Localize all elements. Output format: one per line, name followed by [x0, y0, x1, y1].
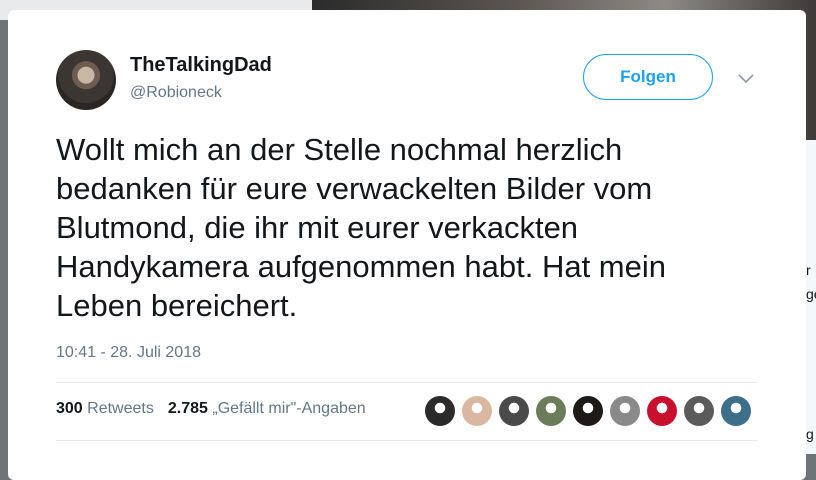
liker-avatar-8[interactable] — [684, 396, 714, 426]
liker-avatar-9[interactable] — [721, 396, 751, 426]
likes-stat[interactable]: 2.785 „Gefällt mir"-Angaben — [168, 400, 366, 418]
tweet-text-line: Handykamera aufgenommen habt. Hat mein — [56, 249, 666, 284]
liker-avatar-4[interactable] — [536, 396, 566, 426]
background-text-fragment: g — [806, 426, 814, 442]
tweet-text-line: Wollt mich an der Stelle nochmal herzlic… — [56, 132, 623, 167]
user-display-name[interactable]: TheTalkingDad — [130, 54, 272, 77]
tweet-text: Wollt mich an der Stelle nochmal herzlic… — [56, 130, 776, 325]
divider — [56, 440, 758, 441]
retweets-label: Retweets — [87, 400, 154, 417]
liker-avatar-7[interactable] — [647, 396, 677, 426]
tweet-stats: 300 Retweets 2.785 „Gefällt mir"-Angaben — [56, 400, 380, 418]
liker-avatar-5[interactable] — [573, 396, 603, 426]
tweet-text-line: bedanken für eure verwackelten Bilder vo… — [56, 171, 653, 206]
retweets-count: 300 — [56, 400, 83, 417]
divider — [56, 382, 758, 383]
liker-avatar-2[interactable] — [462, 396, 492, 426]
tweet-modal: TheTalkingDad @Robioneck Folgen Wollt mi… — [8, 10, 806, 480]
tweet-text-line: Leben bereichert. — [56, 288, 298, 323]
chevron-down-icon[interactable] — [736, 70, 756, 86]
user-avatar[interactable] — [56, 50, 116, 110]
follow-button[interactable]: Folgen — [583, 54, 713, 100]
tweet-timestamp[interactable]: 10:41 - 28. Juli 2018 — [56, 344, 201, 362]
liker-avatars — [425, 396, 758, 426]
liker-avatar-3[interactable] — [499, 396, 529, 426]
retweets-stat[interactable]: 300 Retweets — [56, 400, 154, 418]
liker-avatar-6[interactable] — [610, 396, 640, 426]
likes-count: 2.785 — [167, 400, 208, 417]
background-text-fragment: ge — [806, 286, 816, 302]
tweet-text-line: Blutmond, die ihr mit eurer verkackten — [56, 210, 579, 245]
background-text-fragment: r — [806, 262, 811, 278]
user-handle[interactable]: @Robioneck — [130, 84, 222, 102]
liker-avatar-1[interactable] — [425, 396, 455, 426]
likes-label: „Gefällt mir"-Angaben — [212, 400, 366, 417]
